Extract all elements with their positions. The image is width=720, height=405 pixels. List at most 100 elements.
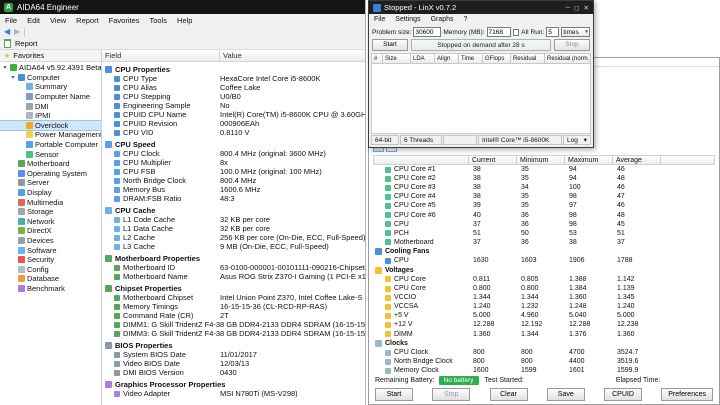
table-row[interactable]: L1 Code Cache32 KB per core bbox=[102, 215, 365, 224]
run-count-input[interactable] bbox=[546, 27, 559, 37]
sensor-row[interactable]: CPU Core #238359448 bbox=[373, 174, 715, 183]
table-row[interactable]: CPU AliasCoffee Lake bbox=[102, 83, 365, 92]
table-row[interactable]: Motherboard ID63-0100-000001-00101111-09… bbox=[102, 263, 365, 272]
run-unit-select[interactable]: times ▾ bbox=[561, 27, 590, 37]
table-row[interactable]: Motherboard NameAsus ROG Strix Z370-I Ga… bbox=[102, 272, 365, 281]
sidebar-item-overclock[interactable]: Overclock bbox=[0, 121, 101, 131]
table-row[interactable]: DIMM3: G Skill TridentZ F4-3...8 GB DDR4… bbox=[102, 329, 365, 338]
table-row[interactable]: System BIOS Date11/01/2017 bbox=[102, 350, 365, 359]
linx-column-header-time[interactable]: Time bbox=[459, 53, 483, 64]
table-row[interactable]: CPU VID0.8110 V bbox=[102, 128, 365, 137]
linx-menu-graphs[interactable]: Graphs bbox=[426, 16, 459, 23]
sensor-row[interactable]: +12 V12.28812.19212.28812.238 bbox=[373, 320, 715, 329]
sidebar-item-ipmi[interactable]: IPMI bbox=[0, 111, 101, 121]
table-row[interactable]: CPU TypeHexaCore Intel Core i5-8600K bbox=[102, 74, 365, 83]
menu-help[interactable]: Help bbox=[172, 16, 197, 25]
sidebar-tab-favorites[interactable]: ★ Favorites bbox=[0, 50, 101, 62]
sidebar-item-server[interactable]: Server bbox=[0, 178, 101, 188]
problem-size-input[interactable] bbox=[413, 27, 441, 37]
linx-column-header-num[interactable]: # bbox=[371, 53, 383, 64]
table-row[interactable]: CPUID Revision000906EAh bbox=[102, 119, 365, 128]
save-button[interactable]: Save bbox=[547, 388, 585, 401]
table-row[interactable]: Engineering SampleNo bbox=[102, 101, 365, 110]
menu-file[interactable]: File bbox=[0, 16, 22, 25]
table-row[interactable]: DMI BIOS Version0430 bbox=[102, 368, 365, 377]
linx-column-header-residual[interactable]: Residual bbox=[511, 53, 545, 64]
sensor-row[interactable]: +5 V5.0004.9605.0405.000 bbox=[373, 311, 715, 320]
table-row[interactable]: Memory Timings16-15-15-36 (CL-RCD-RP-RAS… bbox=[102, 302, 365, 311]
sensor-row[interactable]: Memory Clock1600159916011599.9 bbox=[373, 366, 715, 374]
expand-arrow-icon[interactable]: ▾ bbox=[2, 64, 8, 71]
sidebar-item-sensor[interactable]: Sensor bbox=[0, 149, 101, 159]
sensor-row[interactable]: CPU Core #539359746 bbox=[373, 201, 715, 210]
sidebar-item-power-management[interactable]: Power Management bbox=[0, 130, 101, 140]
linx-column-header-lda[interactable]: LDA bbox=[411, 53, 435, 64]
stats-column-header-maximum[interactable]: Maximum bbox=[565, 155, 613, 165]
sidebar-item-computer[interactable]: ▾Computer bbox=[0, 73, 101, 83]
cpuid-button[interactable]: CPUID bbox=[604, 388, 642, 401]
sensor-row[interactable]: PCH51505351 bbox=[373, 229, 715, 238]
sensor-row[interactable]: VCCSA1.2401.2321.2481.240 bbox=[373, 302, 715, 311]
sensor-row[interactable]: CPU Core #138359446 bbox=[373, 165, 715, 174]
column-header-field[interactable]: Field bbox=[102, 50, 220, 61]
status-segment-log[interactable]: Log▾ bbox=[563, 135, 591, 145]
stop-button[interactable]: Stop bbox=[432, 388, 470, 401]
linx-menu-file[interactable]: File bbox=[369, 16, 390, 23]
linx-menu-settings[interactable]: Settings bbox=[390, 16, 425, 23]
sensor-row[interactable]: CPU37369845 bbox=[373, 220, 715, 229]
sidebar-item-network[interactable]: Network bbox=[0, 217, 101, 227]
table-row[interactable]: DIMM1: G Skill TridentZ F4-3...8 GB DDR4… bbox=[102, 320, 365, 329]
linx-stop-button[interactable]: Stop bbox=[554, 39, 590, 51]
linx-column-header-residual-norm[interactable]: Residual (norm.) bbox=[545, 53, 591, 64]
linx-titlebar[interactable]: Stopped - LinX v0.7.2 ─ ◻ ✕ bbox=[369, 1, 593, 14]
menu-view[interactable]: View bbox=[45, 16, 71, 25]
sidebar-item-security[interactable]: Security bbox=[0, 255, 101, 265]
sensor-row[interactable]: North Bridge Clock80080044003519.6 bbox=[373, 357, 715, 366]
table-row[interactable]: Video BIOS Date12/03/13 bbox=[102, 359, 365, 368]
maximize-icon[interactable]: ◻ bbox=[574, 4, 579, 12]
memory-input[interactable] bbox=[487, 27, 511, 37]
sidebar-item-multimedia[interactable]: Multimedia bbox=[0, 197, 101, 207]
column-header-value[interactable]: Value bbox=[220, 50, 365, 61]
table-row[interactable]: L2 Cache256 KB per core (On-Die, ECC, Fu… bbox=[102, 233, 365, 242]
table-row[interactable]: CPU SteppingU0/B0 bbox=[102, 92, 365, 101]
menu-edit[interactable]: Edit bbox=[22, 16, 45, 25]
stats-column-header-minimum[interactable]: Minimum bbox=[517, 155, 565, 165]
sensor-row[interactable]: CPU Core #640369848 bbox=[373, 210, 715, 219]
sidebar-item-portable-computer[interactable]: Portable Computer bbox=[0, 140, 101, 150]
table-row[interactable]: CPUID CPU NameIntel(R) Core(TM) i5-8600K… bbox=[102, 110, 365, 119]
menu-favorites[interactable]: Favorites bbox=[104, 16, 145, 25]
preferences-button[interactable]: Preferences bbox=[661, 388, 713, 401]
clear-button[interactable]: Clear bbox=[490, 388, 528, 401]
menu-tools[interactable]: Tools bbox=[145, 16, 173, 25]
sidebar-item-dmi[interactable]: DMI bbox=[0, 101, 101, 111]
sidebar-item-storage[interactable]: Storage bbox=[0, 207, 101, 217]
table-row[interactable]: Memory Bus1600.6 MHz bbox=[102, 185, 365, 194]
table-row[interactable]: Video AdapterMSI N780Ti (MS-V298) bbox=[102, 389, 365, 398]
sensor-row[interactable]: CPU Core0.8000.8001.3841.139 bbox=[373, 284, 715, 293]
sensor-row[interactable]: DIMM1.3601.3441.3761.360 bbox=[373, 330, 715, 339]
linx-column-header-size[interactable]: Size bbox=[383, 53, 411, 64]
sidebar-item-aida64-v5-92-4391-beta[interactable]: ▾AIDA64 v5.92.4391 Beta bbox=[0, 63, 101, 73]
sensor-row[interactable]: CPU Clock80080047003524.7 bbox=[373, 348, 715, 357]
table-row[interactable]: Command Rate (CR)2T bbox=[102, 311, 365, 320]
minimize-icon[interactable]: ─ bbox=[566, 4, 571, 12]
table-row[interactable]: CPU Clock800.4 MHz (original: 3600 MHz) bbox=[102, 149, 365, 158]
sidebar-item-directx[interactable]: DirectX bbox=[0, 226, 101, 236]
sensor-row[interactable]: CPU1630160319061788 bbox=[373, 256, 715, 265]
sidebar-item-operating-system[interactable]: Operating System bbox=[0, 169, 101, 179]
table-row[interactable]: North Bridge Clock800.4 MHz bbox=[102, 176, 365, 185]
all-checkbox[interactable] bbox=[513, 29, 520, 36]
sidebar-item-display[interactable]: Display bbox=[0, 188, 101, 198]
table-row[interactable]: DRAM:FSB Ratio48:3 bbox=[102, 194, 365, 203]
table-row[interactable]: CPU FSB100.0 MHz (original: 100 MHz) bbox=[102, 167, 365, 176]
table-row[interactable]: CPU Multiplier8x bbox=[102, 158, 365, 167]
report-button[interactable]: Report bbox=[15, 39, 38, 48]
sensor-row[interactable]: CPU Core #3383410046 bbox=[373, 183, 715, 192]
table-row[interactable]: L3 Cache9 MB (On-Die, ECC, Full-Speed) bbox=[102, 242, 365, 251]
expand-arrow-icon[interactable]: ▾ bbox=[10, 74, 16, 81]
table-row[interactable]: Motherboard ChipsetIntel Union Point Z37… bbox=[102, 293, 365, 302]
sensor-row[interactable]: VCCIO1.3441.3441.3601.345 bbox=[373, 293, 715, 302]
sidebar-item-database[interactable]: Database bbox=[0, 274, 101, 284]
close-icon[interactable]: ✕ bbox=[584, 4, 589, 12]
